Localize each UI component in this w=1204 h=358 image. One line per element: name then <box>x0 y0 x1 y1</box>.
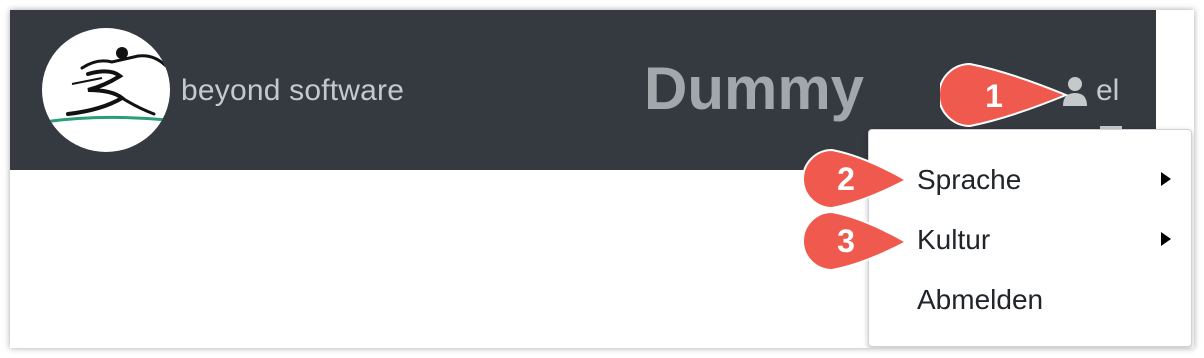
brand-logo[interactable] <box>42 28 170 152</box>
callout-number: 2 <box>837 161 855 197</box>
menu-item-abmelden[interactable]: Abmelden <box>869 272 1191 328</box>
menu-item-label: Abmelden <box>917 284 1044 315</box>
menu-item-label: Kultur <box>917 224 991 255</box>
app-window: beyond software Dummy el Sprache Kultur … <box>10 10 1194 348</box>
caret-right-icon <box>1161 232 1171 246</box>
callout-1: 1 <box>940 62 1069 128</box>
menu-item-kultur[interactable]: Kultur <box>869 212 1191 268</box>
runner-logo-icon <box>43 47 169 124</box>
callout-2: 2 <box>802 148 909 210</box>
page-title: Dummy <box>644 55 865 122</box>
menu-item-label: Sprache <box>917 164 1022 195</box>
user-dropdown-menu: Sprache Kultur Abmelden <box>868 129 1192 347</box>
callout-number: 1 <box>985 78 1003 114</box>
menu-item-sprache[interactable]: Sprache <box>869 152 1191 208</box>
brand-name: beyond software <box>181 74 405 107</box>
callout-number: 3 <box>837 223 855 259</box>
callout-3: 3 <box>802 210 909 272</box>
user-name: el <box>1096 74 1120 107</box>
caret-right-icon <box>1161 172 1171 186</box>
